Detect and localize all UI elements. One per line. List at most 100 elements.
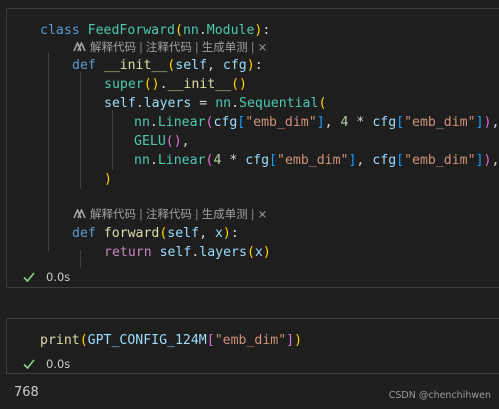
code-token: [ bbox=[396, 153, 405, 168]
explain-code-link[interactable]: 解释代码 bbox=[90, 38, 136, 56]
code-token: x bbox=[254, 245, 263, 260]
watermark: CSDN @chenchihwen bbox=[388, 390, 491, 401]
code-token: cfg bbox=[213, 115, 238, 130]
code-token: * bbox=[348, 115, 373, 130]
generate-test-link[interactable]: 生成单测 bbox=[202, 38, 248, 56]
generate-test-link[interactable]: 生成单测 bbox=[202, 205, 248, 223]
code-token: ] bbox=[316, 115, 325, 130]
code-token: : bbox=[230, 226, 239, 241]
code-token: GELU bbox=[134, 134, 166, 149]
code-token: super bbox=[104, 77, 144, 92]
code-token: ) bbox=[262, 245, 271, 260]
code-token: [ bbox=[269, 153, 277, 168]
previous-cell-edge bbox=[0, 0, 499, 8]
code-token: "emb_dim" bbox=[245, 115, 317, 130]
cell-status-2: 0.0s bbox=[22, 355, 70, 373]
code-token: , bbox=[181, 134, 190, 149]
code-token: self bbox=[104, 96, 136, 111]
code-token: ] bbox=[475, 153, 484, 168]
check-icon bbox=[23, 359, 35, 370]
code-token: "emb_dim" bbox=[277, 153, 349, 168]
code-token: . bbox=[149, 153, 158, 168]
comment-code-link[interactable]: 注释代码 bbox=[146, 38, 192, 56]
code-token: [ bbox=[396, 115, 405, 130]
code-token: nn bbox=[215, 96, 232, 111]
code-token: return bbox=[104, 245, 160, 260]
code-line-3: super().__init__() bbox=[104, 75, 247, 94]
code-token: __init__ bbox=[167, 77, 232, 92]
code-token: , bbox=[356, 153, 373, 168]
code-token: () bbox=[143, 77, 160, 92]
code-token: cfg bbox=[222, 58, 247, 73]
code-token: . bbox=[198, 23, 207, 38]
code-token: Linear bbox=[157, 115, 206, 130]
cell-output: 768 bbox=[14, 385, 39, 400]
code-line-7: nn.Linear(4 * cfg["emb_dim"], cfg["emb_d… bbox=[134, 151, 499, 170]
code-token: . bbox=[159, 77, 168, 92]
code-token: ( bbox=[318, 96, 327, 111]
indent-guide bbox=[80, 250, 81, 268]
code-token: "emb_dim" bbox=[404, 153, 476, 168]
code-token: . bbox=[231, 96, 240, 111]
close-icon[interactable]: × bbox=[258, 38, 268, 56]
code-token: cfg bbox=[245, 153, 270, 168]
code-token: "emb_dim" bbox=[404, 115, 476, 130]
separator: | bbox=[250, 207, 255, 221]
code-token: ] bbox=[475, 115, 484, 130]
ai-assistant-icon bbox=[73, 209, 86, 219]
code-token: forward bbox=[103, 226, 160, 241]
codelens-bar-2: 解释代码 | 注释代码 | 生成单测 | × bbox=[73, 205, 267, 223]
code-token: * bbox=[221, 153, 246, 168]
code-token: ] bbox=[286, 333, 295, 348]
code-token: self bbox=[167, 226, 200, 241]
code-token: ( bbox=[246, 245, 255, 260]
code-token: Sequential bbox=[239, 96, 319, 111]
comment-code-link[interactable]: 注释代码 bbox=[146, 205, 192, 223]
code-token: FeedForward bbox=[87, 23, 175, 38]
code-line-4: self.layers = nn.Sequential( bbox=[104, 94, 326, 113]
code-token: cfg bbox=[372, 115, 397, 130]
code-token: ) bbox=[222, 226, 231, 241]
code-token: __init__ bbox=[103, 58, 168, 73]
code-token: , bbox=[491, 115, 499, 130]
code-line-6: GELU(), bbox=[134, 132, 190, 151]
separator: | bbox=[139, 207, 143, 221]
code-token: () bbox=[165, 134, 182, 149]
code-token: nn bbox=[182, 23, 199, 38]
code-line-11: return self.layers(x) bbox=[104, 243, 271, 262]
code-line-print: print(GPT_CONFIG_124M["emb_dim"]) bbox=[40, 331, 302, 350]
code-cell-2[interactable]: print(GPT_CONFIG_124M["emb_dim"]) 0.0s bbox=[6, 318, 499, 374]
code-line-2: def __init__(self, cfg): bbox=[72, 56, 263, 75]
code-token: self bbox=[159, 245, 192, 260]
code-token: cfg bbox=[372, 153, 397, 168]
code-token: , bbox=[199, 226, 215, 241]
code-token: def bbox=[72, 226, 104, 241]
separator: | bbox=[194, 40, 199, 54]
code-token: def bbox=[72, 58, 104, 73]
code-token: nn bbox=[134, 115, 150, 130]
code-token: : bbox=[254, 58, 263, 73]
code-token: [ bbox=[206, 333, 215, 348]
code-token: , bbox=[324, 115, 341, 130]
code-token: Module bbox=[206, 23, 255, 38]
code-line-8: ) bbox=[104, 170, 112, 189]
code-token: ( bbox=[174, 23, 183, 38]
indent-guide bbox=[80, 72, 81, 189]
code-token: Linear bbox=[157, 153, 206, 168]
code-token: "emb_dim" bbox=[214, 333, 287, 348]
ai-assistant-icon bbox=[73, 42, 86, 52]
code-token: ) bbox=[246, 58, 255, 73]
close-icon[interactable]: × bbox=[258, 205, 268, 223]
explain-code-link[interactable]: 解释代码 bbox=[90, 205, 136, 223]
separator: | bbox=[194, 207, 199, 221]
codelens-bar-1: 解释代码 | 注释代码 | 生成单测 | × bbox=[73, 38, 267, 56]
separator: | bbox=[250, 40, 255, 54]
code-token: : bbox=[262, 23, 271, 38]
code-token: , bbox=[207, 58, 223, 73]
code-token: layers bbox=[199, 245, 247, 260]
code-cell-1[interactable]: class FeedForward(nn.Module): 解释代码 | 注释代… bbox=[6, 8, 499, 288]
code-token: x bbox=[214, 226, 223, 241]
indent-guide bbox=[112, 110, 113, 170]
code-token: nn bbox=[134, 153, 150, 168]
code-token: ) bbox=[104, 172, 112, 187]
